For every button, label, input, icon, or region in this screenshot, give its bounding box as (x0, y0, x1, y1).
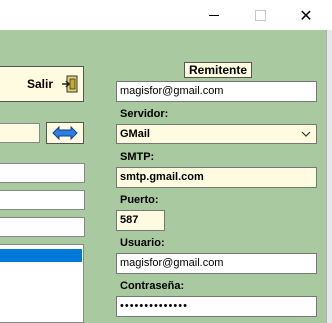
remitente-header: Remitente (184, 62, 253, 78)
server-select-value: GMail (120, 128, 150, 140)
password-field[interactable]: •••••••••••••• (116, 296, 317, 317)
maximize-icon (254, 9, 266, 21)
selected-list-item[interactable] (0, 249, 82, 262)
chevron-down-icon[interactable] (296, 125, 316, 143)
recipients-list[interactable] (0, 244, 84, 323)
close-icon: ✕ (299, 5, 313, 25)
close-button[interactable]: ✕ (283, 0, 329, 30)
smtp-field[interactable]: smtp.gmail.com (116, 167, 317, 188)
exit-button[interactable]: Salir (0, 66, 84, 102)
minimize-icon (209, 14, 219, 16)
exit-button-label: Salir (26, 77, 53, 91)
server-label: Servidor: (120, 108, 169, 120)
left-field-3[interactable] (0, 190, 85, 210)
password-label: Contraseña: (120, 280, 185, 292)
from-email-field[interactable]: magisfor@gmail.com (116, 81, 317, 102)
smtp-label: SMTP: (120, 151, 155, 163)
title-bar: ✕ (0, 0, 332, 30)
port-field[interactable]: 587 (116, 210, 165, 231)
left-field-1[interactable] (0, 123, 40, 143)
swap-arrows-icon (52, 126, 78, 140)
server-select[interactable]: GMail (116, 124, 317, 144)
user-label: Usuario: (120, 237, 165, 249)
minimize-button[interactable] (191, 0, 237, 30)
maximize-button[interactable] (237, 0, 283, 30)
left-field-4[interactable] (0, 217, 85, 237)
exit-door-icon (62, 75, 78, 93)
window-edge-line (326, 30, 327, 323)
swap-button[interactable] (46, 122, 84, 144)
port-label: Puerto: (120, 194, 159, 206)
left-field-2[interactable] (0, 163, 85, 183)
user-field[interactable]: magisfor@gmail.com (116, 253, 317, 274)
